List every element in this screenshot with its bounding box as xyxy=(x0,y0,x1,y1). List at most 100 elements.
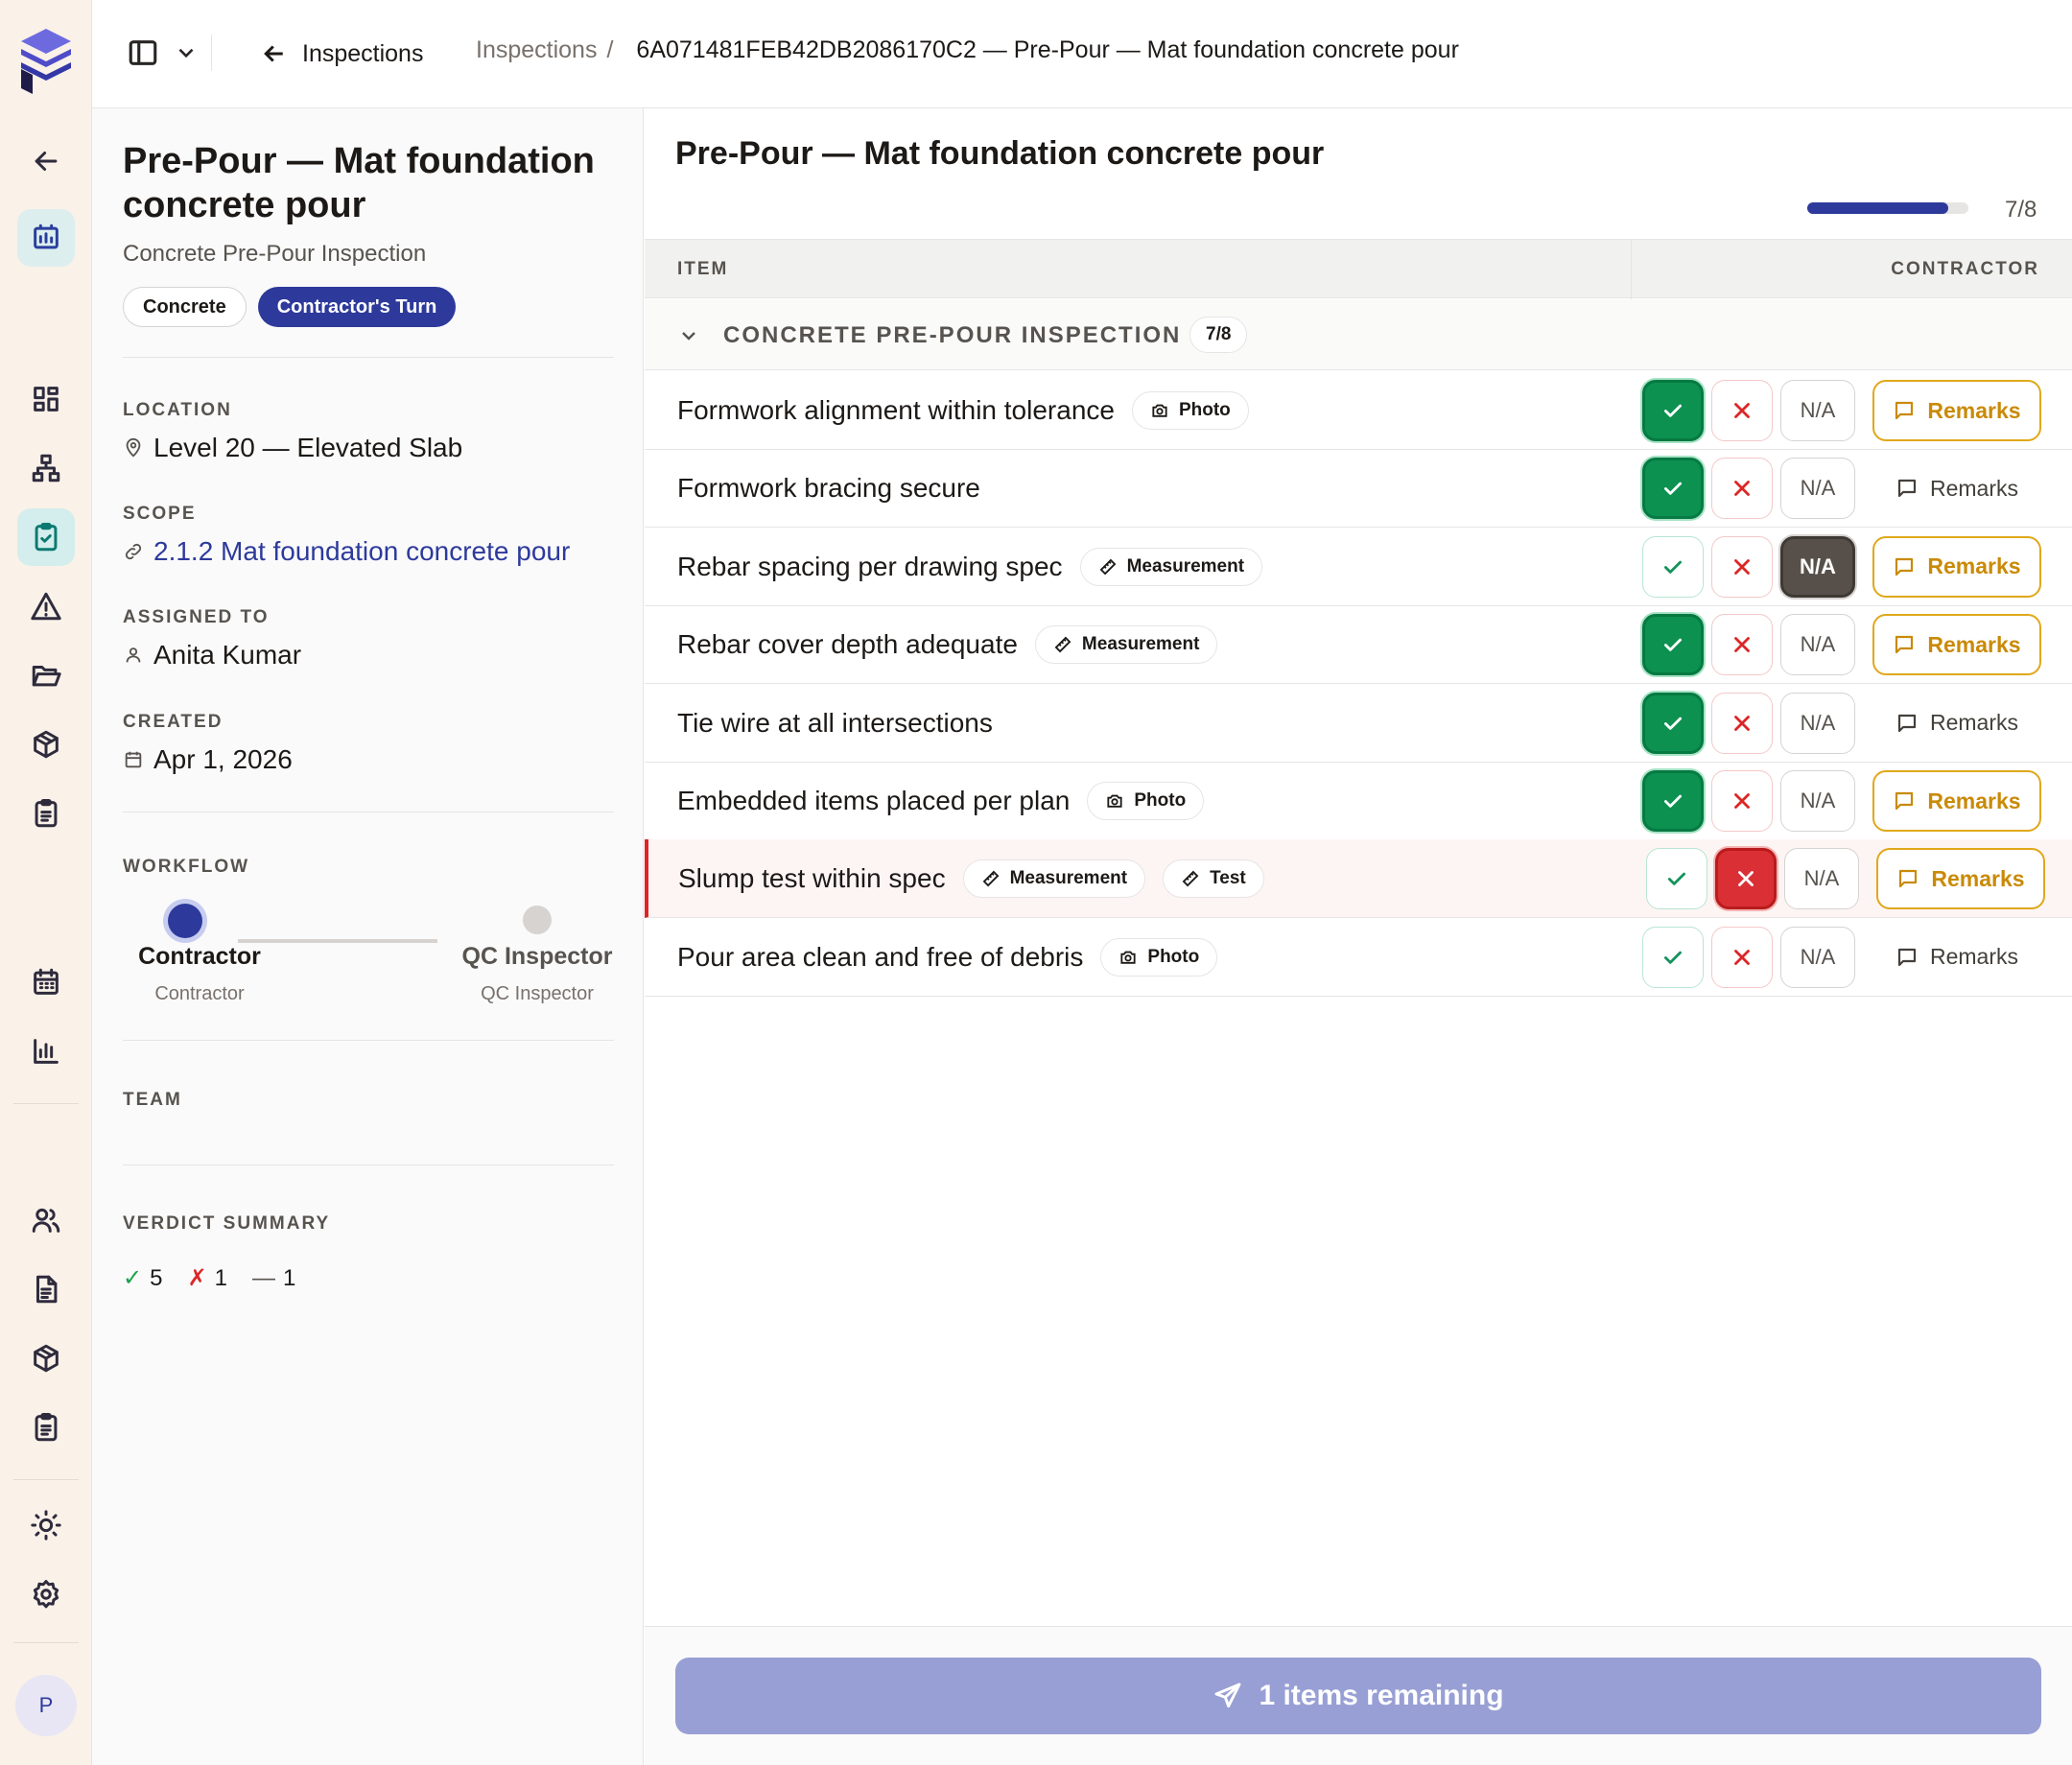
fail-button[interactable] xyxy=(1711,926,1773,988)
back-arrow-icon[interactable] xyxy=(17,132,75,190)
message-icon xyxy=(1899,870,1918,888)
grid-icon[interactable] xyxy=(17,370,75,428)
ruler-icon xyxy=(982,871,999,887)
close-icon xyxy=(1734,949,1750,965)
remarks-button[interactable]: Remarks xyxy=(1876,848,2045,910)
calendar-icon xyxy=(125,751,142,768)
pass-button[interactable] xyxy=(1646,848,1707,910)
fail-button[interactable] xyxy=(1711,692,1773,754)
message-icon xyxy=(1895,636,1914,654)
message-icon xyxy=(1895,557,1914,576)
na-button[interactable]: N/A xyxy=(1784,848,1859,910)
users-icon[interactable] xyxy=(17,1191,75,1249)
na-button[interactable]: N/A xyxy=(1780,458,1855,520)
fail-button[interactable] xyxy=(1711,614,1773,676)
na-button[interactable]: N/A xyxy=(1780,614,1855,676)
close-icon xyxy=(1734,481,1750,497)
checklist-title: Pre-Pour — Mat foundation concrete pour xyxy=(675,135,1325,172)
close-icon xyxy=(1734,637,1750,653)
folder-icon[interactable] xyxy=(17,647,75,704)
na-button[interactable]: N/A xyxy=(1780,535,1855,598)
check-icon xyxy=(1664,794,1682,808)
package-icon[interactable] xyxy=(17,1330,75,1387)
warning-icon[interactable] xyxy=(17,577,75,635)
breadcrumb-root[interactable]: Inspections xyxy=(476,36,597,64)
remarks-button[interactable]: Remarks xyxy=(1872,614,2041,676)
document-icon[interactable] xyxy=(17,1260,75,1318)
scope-link[interactable]: 2.1.2 Mat foundation concrete pour xyxy=(123,536,570,567)
checklist-item-label: Pour area clean and free of debris xyxy=(677,941,1084,972)
pass-button[interactable] xyxy=(1642,770,1704,832)
remarks-button[interactable]: Remarks xyxy=(1872,693,2041,754)
sun-icon[interactable] xyxy=(17,1496,75,1554)
calendar-icon[interactable] xyxy=(17,953,75,1011)
checklist-item: Embedded items placed per plan Photo xyxy=(677,762,1205,840)
pass-button[interactable] xyxy=(1642,458,1704,520)
chevron-down-icon[interactable] xyxy=(174,40,199,65)
checklist-icon[interactable] xyxy=(17,1399,75,1456)
check-icon xyxy=(1664,482,1682,496)
location-text: Level 20 — Elevated Slab xyxy=(153,433,463,462)
panel-toggle-icon[interactable] xyxy=(127,36,159,69)
details-panel: Pre-Pour — Mat foundation concrete pour … xyxy=(92,108,644,1765)
message-icon xyxy=(1895,401,1914,420)
submit-button[interactable]: 1 items remaining xyxy=(675,1658,2041,1734)
team-label: TEAM xyxy=(123,1090,182,1110)
na-button[interactable]: N/A xyxy=(1780,926,1855,988)
checklist-item: Formwork alignment within tolerance Photo xyxy=(677,371,1249,450)
back-to-inspections-link[interactable]: Inspections xyxy=(260,35,423,73)
evidence-tag: Measurement xyxy=(1079,547,1263,586)
app-logo[interactable] xyxy=(17,25,75,98)
table-row: Tie wire at all intersections N/A Remarks xyxy=(645,684,2072,763)
map-pin-icon xyxy=(126,437,141,458)
fail-button[interactable] xyxy=(1711,458,1773,520)
remarks-button[interactable]: Remarks xyxy=(1872,535,2041,598)
close-icon xyxy=(1734,793,1750,809)
settings-icon[interactable] xyxy=(17,1565,75,1623)
verdict-fail-count: ✗ 1 xyxy=(187,1265,227,1291)
bar-chart-icon[interactable] xyxy=(17,1023,75,1080)
checklist-item: Slump test within spec Measurement Test xyxy=(678,839,1264,918)
clipboard-check-icon[interactable] xyxy=(17,508,75,566)
checklist-item: Rebar cover depth adequate Measurement xyxy=(677,605,1218,684)
column-header-item: ITEM xyxy=(677,259,729,279)
remarks-button[interactable]: Remarks xyxy=(1872,927,2041,988)
remarks-label: Remarks xyxy=(1927,397,2021,423)
pass-button[interactable] xyxy=(1642,692,1704,754)
camera-icon xyxy=(1152,404,1167,417)
section-header[interactable]: CONCRETE PRE-POUR INSPECTION 7/8 xyxy=(645,299,2072,370)
remarks-button[interactable]: Remarks xyxy=(1872,380,2041,441)
breadcrumb-current: 6A071481FEB42DB2086170C2 — Pre-Pour — Ma… xyxy=(636,36,1459,63)
evidence-tag-label: Test xyxy=(1210,868,1246,889)
fail-button[interactable] xyxy=(1711,380,1773,441)
na-button[interactable]: N/A xyxy=(1780,770,1855,832)
pass-button[interactable] xyxy=(1642,535,1704,598)
remarks-button[interactable]: Remarks xyxy=(1872,770,2041,832)
pass-button[interactable] xyxy=(1642,380,1704,441)
verdict-na-count: —1 xyxy=(251,1264,296,1291)
na-button[interactable]: N/A xyxy=(1780,380,1855,441)
package-icon[interactable] xyxy=(17,716,75,773)
evidence-tag-label: Photo xyxy=(1147,946,1200,967)
dashboard-icon[interactable] xyxy=(17,209,75,267)
chevron-down-icon[interactable] xyxy=(677,324,700,347)
table-row: Embedded items placed per plan Photo N/A Re… xyxy=(645,762,2072,840)
fail-button[interactable] xyxy=(1711,770,1773,832)
fail-button[interactable] xyxy=(1711,535,1773,598)
pass-button[interactable] xyxy=(1642,614,1704,676)
app-rail: P xyxy=(0,0,92,1765)
checklist-panel: Pre-Pour — Mat foundation concrete pour … xyxy=(645,108,2072,1765)
fail-button[interactable] xyxy=(1715,848,1777,910)
section-count-badge: 7/8 xyxy=(1189,317,1248,353)
checklist-icon[interactable] xyxy=(17,785,75,842)
remarks-button[interactable]: Remarks xyxy=(1872,458,2041,519)
user-avatar[interactable]: P xyxy=(15,1675,77,1736)
checklist-item: Tie wire at all intersections xyxy=(677,684,993,763)
hierarchy-icon[interactable] xyxy=(17,439,75,497)
na-button[interactable]: N/A xyxy=(1780,692,1855,754)
close-icon xyxy=(1734,715,1750,731)
arrow-left-icon xyxy=(264,45,283,62)
pass-button[interactable] xyxy=(1642,926,1704,988)
checklist-item-label: Embedded items placed per plan xyxy=(677,786,1071,815)
check-icon xyxy=(1664,560,1682,574)
